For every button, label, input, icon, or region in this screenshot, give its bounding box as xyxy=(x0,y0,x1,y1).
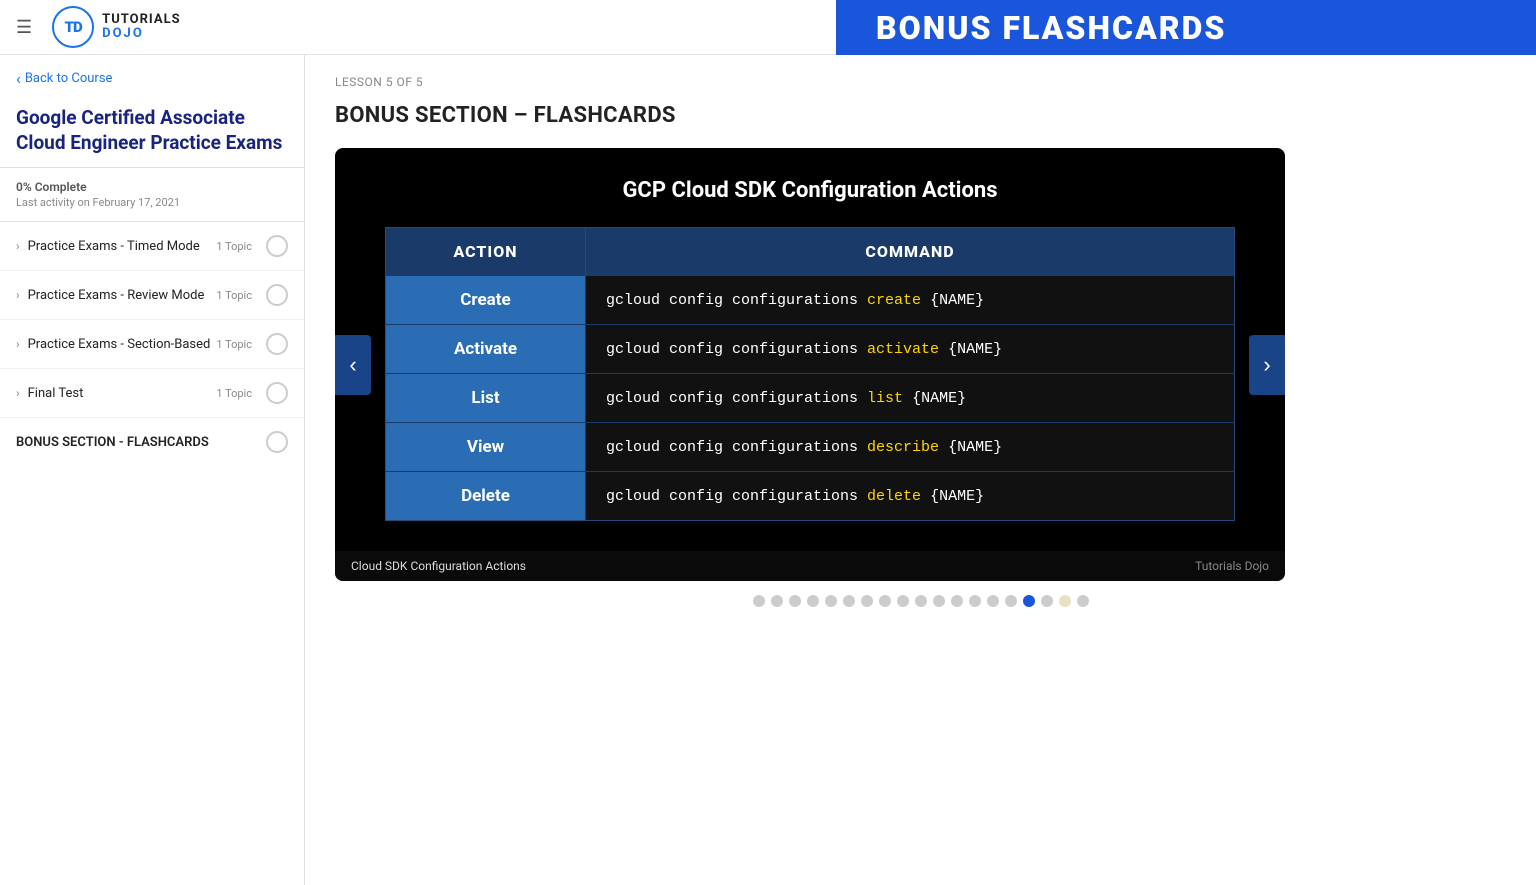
dot[interactable] xyxy=(771,595,783,607)
dot[interactable] xyxy=(789,595,801,607)
dot[interactable] xyxy=(807,595,819,607)
table-cell-action: Activate xyxy=(386,325,586,374)
dot[interactable] xyxy=(987,595,999,607)
sidebar-item-section-label: Practice Exams - Section-Based xyxy=(28,337,211,352)
logo-area: ☰ TD TUTORIALS DOJO xyxy=(16,6,181,48)
progress-date: Last activity on February 17, 2021 xyxy=(16,196,288,209)
progress-section: 0% Complete Last activity on February 17… xyxy=(0,168,304,222)
content-area: LESSON 5 OF 5 BONUS SECTION – FLASHCARDS… xyxy=(305,55,1536,885)
footer-caption: Cloud SDK Configuration Actions xyxy=(351,559,526,573)
chevron-right-icon: › xyxy=(16,386,20,400)
cmd-keyword: activate xyxy=(867,341,939,358)
sidebar-item-timed-circle[interactable] xyxy=(266,235,288,257)
sidebar-item-review-topic: 1 Topic xyxy=(216,289,252,302)
hamburger-icon[interactable]: ☰ xyxy=(16,17,32,38)
logo-tutorials-text: TUTORIALS xyxy=(102,13,180,27)
dot[interactable] xyxy=(825,595,837,607)
table-cell-action: Delete xyxy=(386,472,586,521)
bonus-banner-text: BONUS FLASHCARDS xyxy=(876,9,1226,47)
sidebar: Back to Course Google Certified Associat… xyxy=(0,55,305,885)
sidebar-item-review-circle[interactable] xyxy=(266,284,288,306)
main-layout: Back to Course Google Certified Associat… xyxy=(0,55,1536,885)
dot[interactable] xyxy=(1077,595,1089,607)
sidebar-item-section-topic: 1 Topic xyxy=(216,338,252,351)
chevron-right-icon: › xyxy=(16,288,20,302)
table-cell-command: gcloud config configurations create {NAM… xyxy=(586,276,1235,325)
bonus-banner: BONUS FLASHCARDS xyxy=(836,0,1536,55)
topbar: ☰ TD TUTORIALS DOJO BONUS FLASHCARDS xyxy=(0,0,1536,55)
back-to-course-button[interactable]: Back to Course xyxy=(0,55,304,98)
nav-arrow-right[interactable]: › xyxy=(1249,335,1285,395)
table-cell-command: gcloud config configurations delete {NAM… xyxy=(586,472,1235,521)
cmd-keyword: create xyxy=(867,292,921,309)
sidebar-item-section-based[interactable]: › Practice Exams - Section-Based 1 Topic xyxy=(0,320,304,369)
dot[interactable] xyxy=(861,595,873,607)
sidebar-item-section-circle[interactable] xyxy=(266,333,288,355)
sidebar-items: › Practice Exams - Timed Mode 1 Topic › … xyxy=(0,222,304,466)
sidebar-bonus-circle[interactable] xyxy=(266,431,288,453)
sidebar-item-bonus[interactable]: BONUS SECTION - FLASHCARDS xyxy=(0,418,304,466)
sidebar-item-final-circle[interactable] xyxy=(266,382,288,404)
table-cell-action: Create xyxy=(386,276,586,325)
nav-arrow-left[interactable]: ‹ xyxy=(335,335,371,395)
dot[interactable] xyxy=(951,595,963,607)
dot[interactable] xyxy=(879,595,891,607)
dot[interactable] xyxy=(915,595,927,607)
sidebar-item-review-label: Practice Exams - Review Mode xyxy=(28,288,205,303)
dot[interactable] xyxy=(933,595,945,607)
logo-text: TUTORIALS DOJO xyxy=(102,13,180,42)
table-cell-command: gcloud config configurations describe {N… xyxy=(586,423,1235,472)
flashcard-title: GCP Cloud SDK Configuration Actions xyxy=(385,178,1235,203)
cmd-keyword: describe xyxy=(867,439,939,456)
progress-percent: 0% Complete xyxy=(16,180,288,194)
logo-circle: TD xyxy=(52,6,94,48)
sidebar-bonus-label: BONUS SECTION - FLASHCARDS xyxy=(16,435,209,450)
table-header-command: COMMAND xyxy=(586,228,1235,276)
chevron-right-icon: › xyxy=(16,239,20,253)
dot[interactable] xyxy=(1041,595,1053,607)
table-cell-action: View xyxy=(386,423,586,472)
dot[interactable] xyxy=(1005,595,1017,607)
chevron-right-icon: › xyxy=(16,337,20,351)
sidebar-item-final-topic: 1 Topic xyxy=(216,387,252,400)
sdk-table: ACTION COMMAND Creategcloud config confi… xyxy=(385,227,1235,521)
flashcard-content: GCP Cloud SDK Configuration Actions ACTI… xyxy=(335,148,1285,551)
sidebar-item-timed-mode[interactable]: › Practice Exams - Timed Mode 1 Topic xyxy=(0,222,304,271)
section-title: BONUS SECTION – FLASHCARDS xyxy=(335,103,1506,128)
flashcard-container: ‹ GCP Cloud SDK Configuration Actions AC… xyxy=(335,148,1285,581)
course-title: Google Certified Associate Cloud Enginee… xyxy=(0,98,304,168)
table-row: Deletegcloud config configurations delet… xyxy=(386,472,1235,521)
dots-container xyxy=(335,595,1506,607)
dot[interactable] xyxy=(843,595,855,607)
sidebar-item-timed-topic: 1 Topic xyxy=(216,240,252,253)
dot[interactable] xyxy=(1059,595,1071,607)
lesson-label: LESSON 5 OF 5 xyxy=(335,75,1506,89)
sidebar-item-final-label: Final Test xyxy=(28,386,84,401)
table-row: Listgcloud config configurations list {N… xyxy=(386,374,1235,423)
sidebar-item-timed-label: Practice Exams - Timed Mode xyxy=(28,239,200,254)
dot[interactable] xyxy=(1023,595,1035,607)
table-row: Creategcloud config configurations creat… xyxy=(386,276,1235,325)
footer-brand: Tutorials Dojo xyxy=(1195,559,1269,573)
logo-dojo-text: DOJO xyxy=(102,27,180,41)
dot[interactable] xyxy=(897,595,909,607)
dot[interactable] xyxy=(753,595,765,607)
cmd-keyword: list xyxy=(867,390,903,407)
sidebar-item-review-mode[interactable]: › Practice Exams - Review Mode 1 Topic xyxy=(0,271,304,320)
sidebar-item-final-test[interactable]: › Final Test 1 Topic xyxy=(0,369,304,418)
table-row: Activategcloud config configurations act… xyxy=(386,325,1235,374)
table-header-action: ACTION xyxy=(386,228,586,276)
table-cell-action: List xyxy=(386,374,586,423)
flashcard-footer: Cloud SDK Configuration Actions Tutorial… xyxy=(335,551,1285,581)
table-cell-command: gcloud config configurations activate {N… xyxy=(586,325,1235,374)
cmd-keyword: delete xyxy=(867,488,921,505)
table-cell-command: gcloud config configurations list {NAME} xyxy=(586,374,1235,423)
dot[interactable] xyxy=(969,595,981,607)
table-row: Viewgcloud config configurations describ… xyxy=(386,423,1235,472)
